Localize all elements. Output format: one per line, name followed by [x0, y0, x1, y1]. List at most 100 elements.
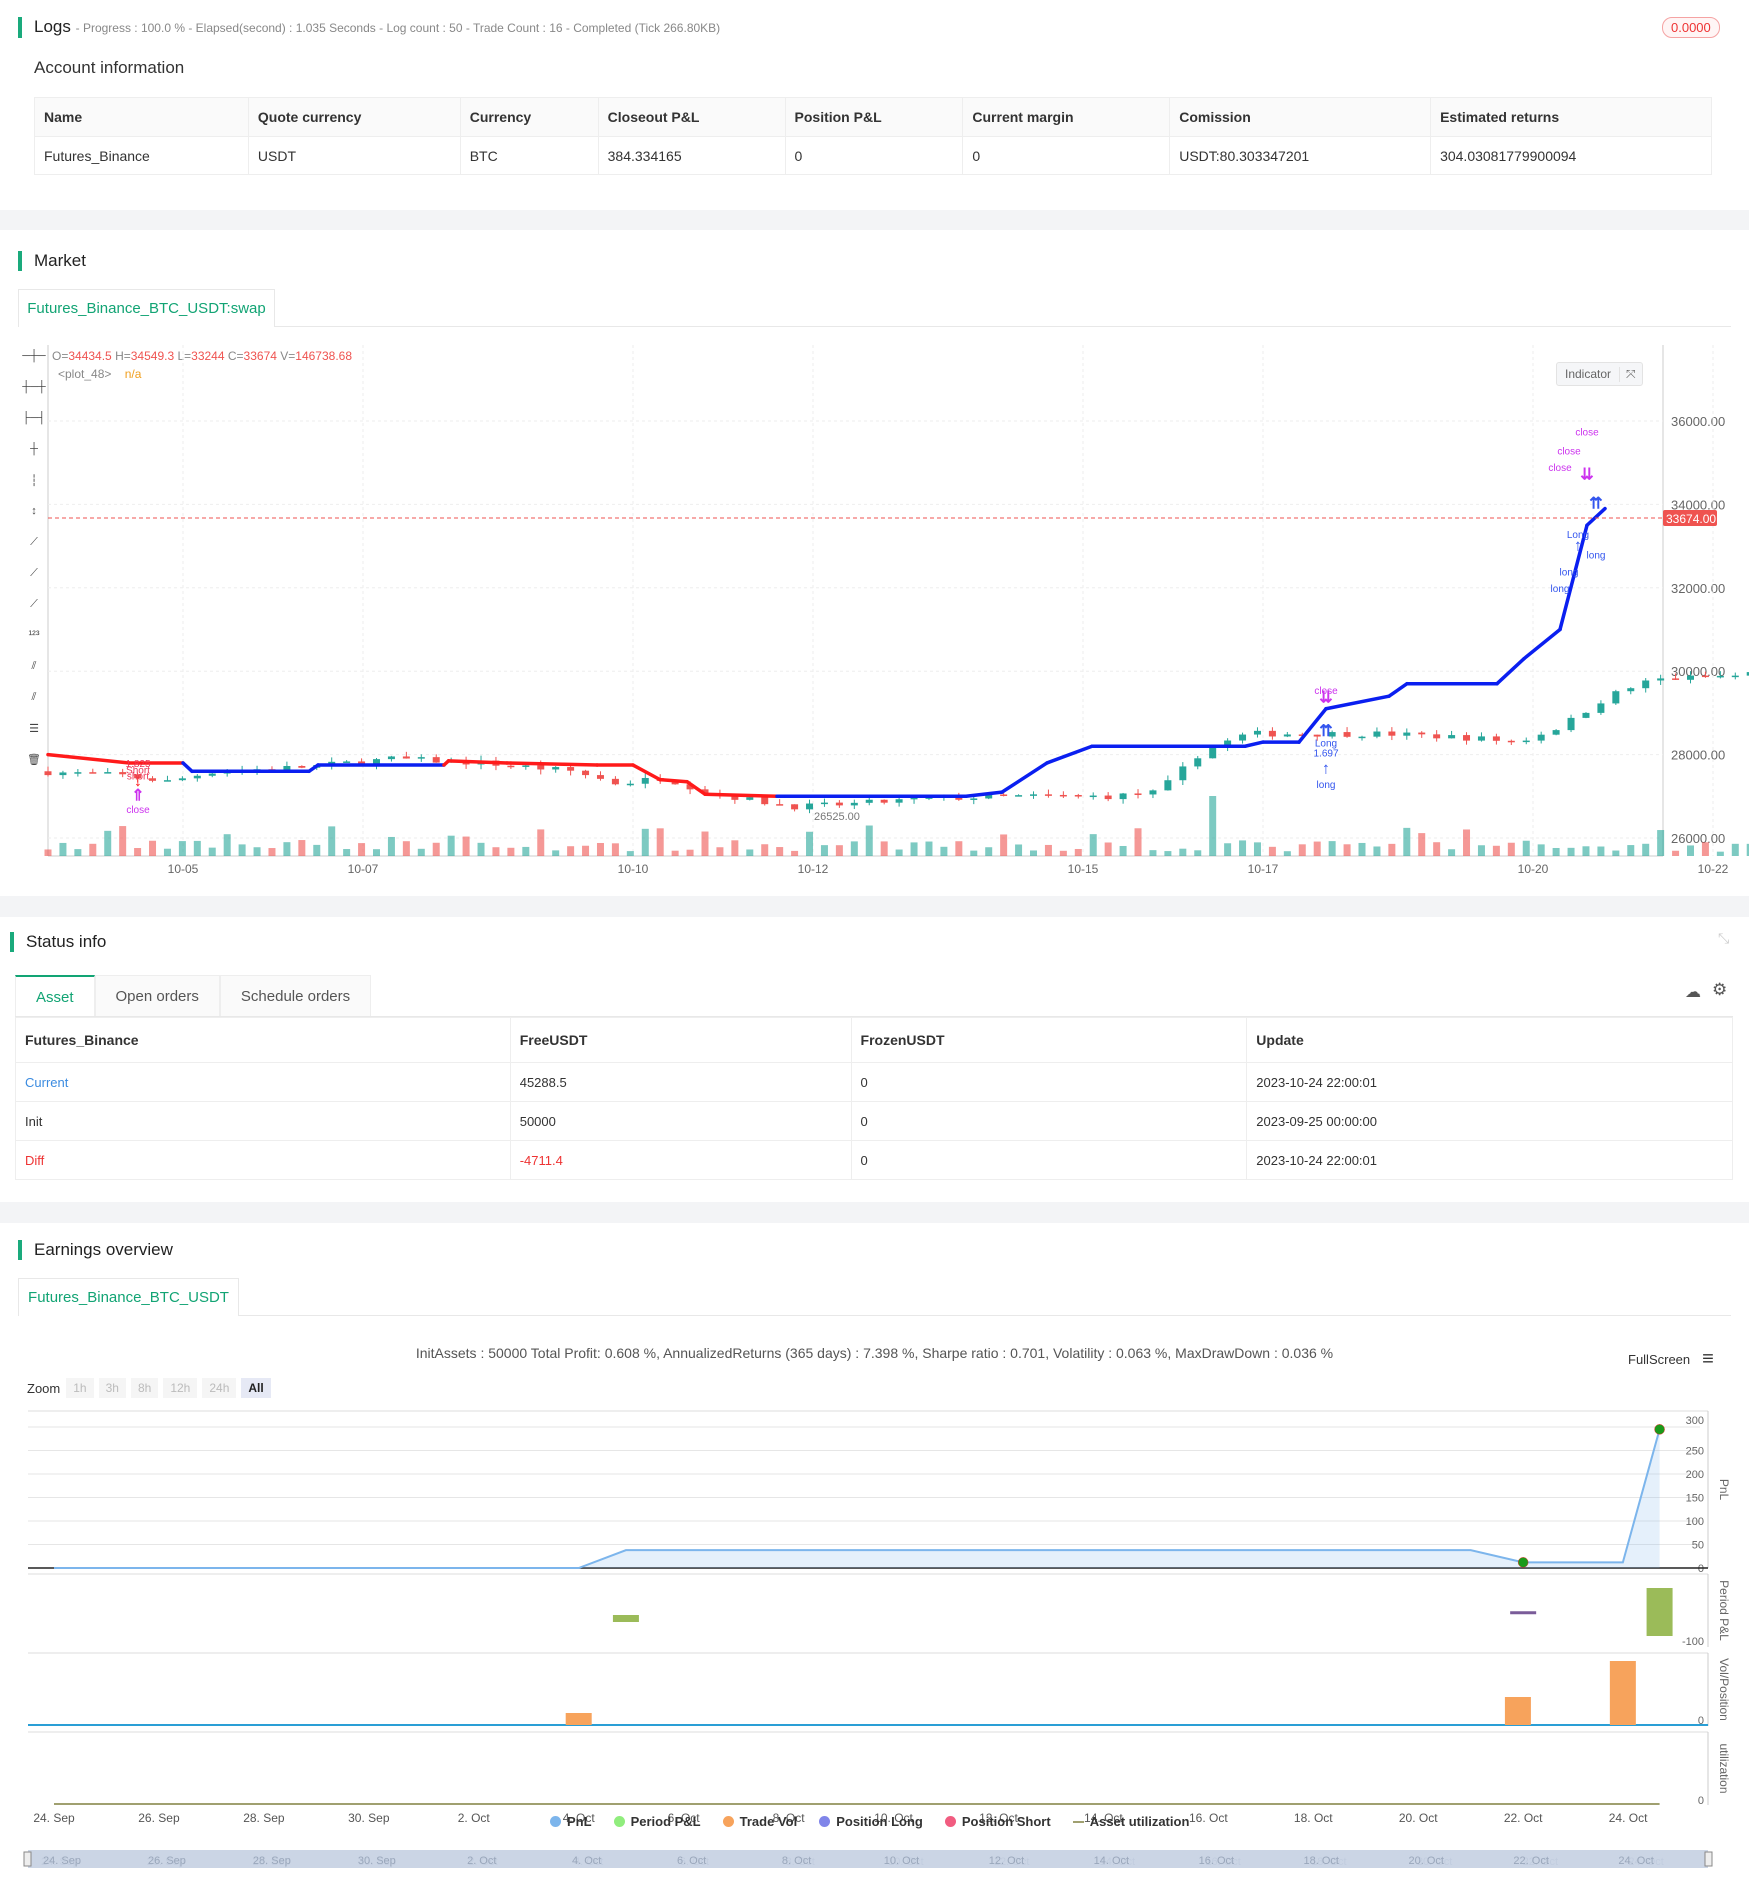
asset-cell: 2023-09-25 00:00:00: [1246, 1101, 1733, 1141]
collapse-icon[interactable]: ⤡: [1718, 930, 1729, 947]
volume-bar: [1567, 847, 1575, 856]
candle: [970, 798, 978, 800]
menu-icon[interactable]: ≡: [1702, 1348, 1714, 1371]
volume-bar: [1492, 845, 1500, 856]
candle: [850, 802, 858, 806]
navigator-label: 2. Oct: [467, 1855, 496, 1867]
trade-point: [1517, 1557, 1529, 1568]
volume-bar: [1373, 846, 1381, 856]
x-tick: 2. Oct: [458, 1811, 491, 1825]
fullscreen-button[interactable]: FullScreen ≡: [1628, 1348, 1714, 1371]
volume-bar: [1179, 848, 1187, 856]
zoom-3h[interactable]: 3h: [98, 1378, 126, 1398]
cloud-upload-icon[interactable]: ☁: [1685, 982, 1701, 1002]
column-header: Futures_Binance: [15, 1017, 511, 1063]
candle: [1104, 795, 1112, 800]
legend-item[interactable]: PnL: [550, 1814, 592, 1829]
candle: [1642, 680, 1650, 689]
candle: [163, 780, 171, 782]
volume-bar: [1448, 849, 1456, 856]
volume-bar: [522, 846, 530, 856]
legend-item[interactable]: Position Short: [944, 1814, 1051, 1829]
volume-bar: [582, 845, 590, 856]
volume-bar: [865, 825, 873, 856]
volume-bar: [626, 851, 634, 856]
earnings-chart[interactable]: PnL Period P&L Vol/Position utilization 300 2…: [0, 1400, 1749, 1880]
volume-bar: [850, 841, 858, 856]
date-tick: 10-10: [618, 862, 649, 876]
volume-bar: [492, 847, 500, 856]
account-cell: BTC: [459, 136, 599, 175]
zoom-All[interactable]: All: [241, 1378, 271, 1398]
trade-vol-bar: [565, 1713, 592, 1725]
candle: [791, 804, 799, 810]
asset-cell: 2023-10-24 22:00:01: [1246, 1140, 1733, 1180]
volume-bar: [1313, 841, 1321, 856]
candle: [343, 761, 351, 763]
volume-bar: [1015, 844, 1023, 856]
signal-arrow-icon: ⇈: [1319, 723, 1332, 740]
candle: [1283, 734, 1291, 737]
supertrend-segment: [181, 761, 194, 774]
candlestick-chart[interactable]: 36000.0034000.0032000.0030000.0028000.00…: [0, 340, 1749, 885]
zoom-12h[interactable]: 12h: [163, 1378, 198, 1398]
candle: [1448, 735, 1456, 739]
x-tick: 22. Oct: [1504, 1811, 1543, 1825]
candle: [1134, 793, 1142, 795]
signal-arrow-icon: ⇊: [1580, 466, 1593, 483]
navigator-handle-right[interactable]: [1704, 1851, 1713, 1867]
account-cell: 304.03081779900094: [1430, 136, 1712, 175]
volume-bar: [1731, 843, 1739, 856]
market-tab[interactable]: Futures_Binance_BTC_USDT:swap: [18, 289, 275, 327]
gear-icon[interactable]: ⚙: [1712, 980, 1727, 1000]
x-tick: 24. Oct: [1609, 1811, 1648, 1825]
candle: [1477, 736, 1485, 741]
candle: [611, 778, 619, 785]
candle: [1030, 794, 1037, 796]
last-price-label: 33674.00: [1666, 512, 1716, 526]
account-title: Account information: [34, 58, 185, 77]
candle: [1164, 780, 1172, 791]
candle: [432, 757, 440, 763]
pnl-tick: 250: [1686, 1446, 1704, 1458]
volume-bar: [1403, 827, 1411, 856]
signal-arrow-icon: ⇈: [1589, 496, 1602, 513]
trade-signal-label: long: [1560, 567, 1579, 578]
date-tick: 10-22: [1698, 862, 1729, 876]
asset-table: Futures_Binance FreeUSDT FrozenUSDT Update C…: [15, 1017, 1733, 1180]
legend-item[interactable]: Asset utilization: [1072, 1814, 1190, 1829]
zoom-24h[interactable]: 24h: [202, 1378, 237, 1398]
zoom-8h[interactable]: 8h: [130, 1378, 159, 1398]
volume-bar: [1209, 796, 1217, 856]
navigator-label: 10. Oct: [884, 1855, 919, 1867]
supertrend-segment: [1324, 694, 1391, 711]
status-tab-schedule-orders[interactable]: Schedule orders: [219, 975, 372, 1017]
signal-arrow-icon: ↑: [1574, 537, 1582, 554]
candle: [820, 802, 828, 805]
volume-bar: [1433, 842, 1441, 856]
supertrend-segment: [1000, 761, 1049, 794]
navigator-label: 26. Sep: [148, 1855, 186, 1867]
volume-bar: [1268, 846, 1276, 856]
candle: [417, 757, 425, 759]
legend-item[interactable]: Trade Vol: [722, 1814, 797, 1829]
asset-cell[interactable]: Current: [15, 1062, 511, 1102]
legend-label: Asset utilization: [1089, 1814, 1190, 1829]
candle: [582, 770, 590, 776]
candle: [1358, 736, 1366, 739]
column-header: Current margin: [962, 97, 1171, 137]
legend-item[interactable]: Position Long: [819, 1814, 923, 1829]
volume-bar: [1253, 842, 1261, 856]
volume-bar: [104, 830, 112, 856]
candle: [1253, 730, 1261, 735]
status-tab-asset[interactable]: Asset: [15, 975, 95, 1017]
navigator-handle-left[interactable]: [23, 1851, 32, 1867]
legend-label: Period P&L: [630, 1814, 701, 1829]
earnings-tab[interactable]: Futures_Binance_BTC_USDT: [18, 1278, 239, 1316]
legend-item[interactable]: Period P&L: [613, 1814, 701, 1829]
account-cell: USDT: [247, 136, 461, 175]
status-tab-open-orders[interactable]: Open orders: [94, 975, 220, 1017]
x-tick: 18. Oct: [1294, 1811, 1333, 1825]
zoom-1h[interactable]: 1h: [66, 1378, 94, 1398]
volume-bar: [462, 836, 470, 856]
